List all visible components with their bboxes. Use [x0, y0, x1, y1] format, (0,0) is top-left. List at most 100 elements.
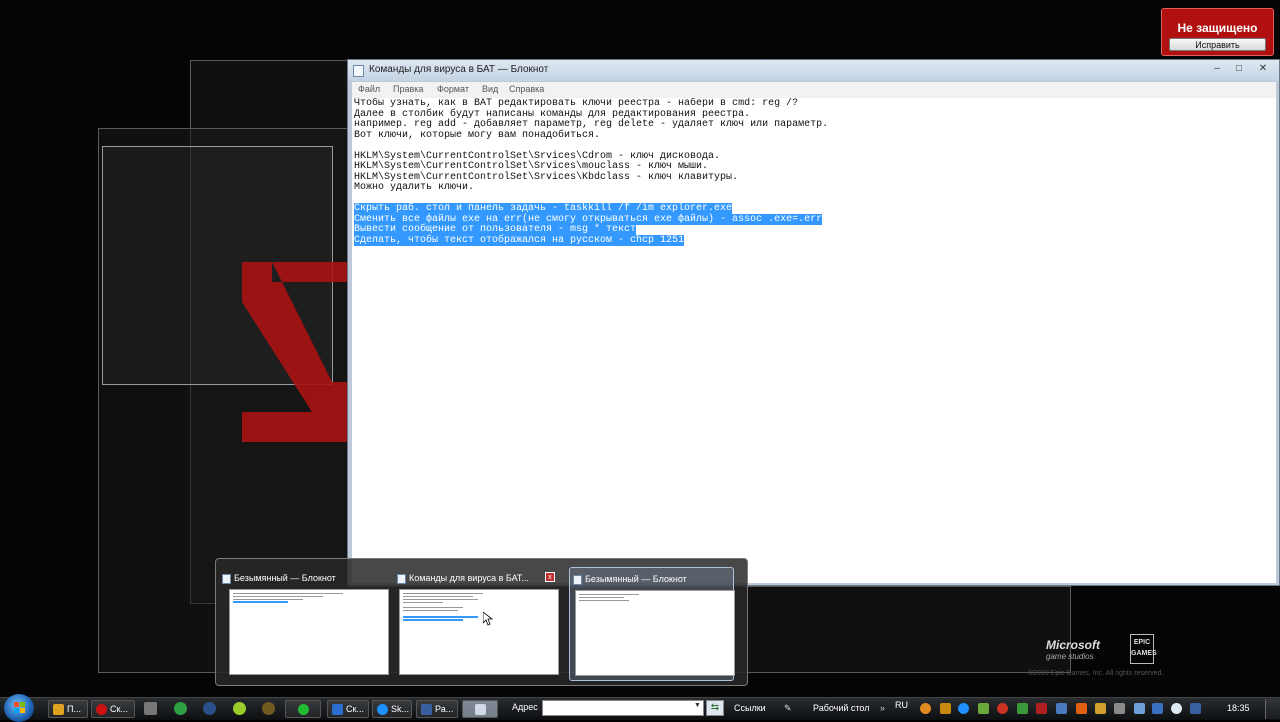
editor-line: Скрыть раб. стол и панель задачь - taskk… — [354, 203, 828, 215]
tray-network-icon[interactable] — [1056, 703, 1067, 714]
tray-antivirus-icon[interactable] — [1036, 703, 1047, 714]
opera-icon — [96, 704, 107, 716]
copyright-text: ©2010 Epic Games, Inc. All rights reserv… — [1028, 670, 1164, 677]
taskbar: П... Ск... Ск... Sk... Ра... Адрес ▼ ⇆ С… — [0, 694, 1280, 722]
selected-text: Скрыть раб. стол и панель задачь - taskk… — [354, 203, 733, 214]
show-desktop-button[interactable] — [1265, 699, 1280, 719]
editor-line: Сделать, чтобы текст отображался на русс… — [354, 234, 828, 247]
editor-line: Вывести сообщение от пользователя - msg … — [354, 224, 828, 236]
epic-games-logo: EPIC GAMES — [1130, 634, 1157, 664]
monitor-icon — [421, 704, 432, 716]
wallpaper-red-emblem — [242, 262, 352, 442]
thumbnail-preview — [575, 590, 735, 676]
tray-nvidia-icon[interactable] — [978, 703, 989, 714]
tray-red-icon[interactable] — [997, 703, 1008, 714]
line-text: Чтобы узнать, как в BAT редактировать кл… — [354, 98, 799, 109]
tray-hand-icon[interactable] — [940, 703, 951, 714]
taskbar-app-screen[interactable]: Ск... — [327, 700, 369, 718]
maximize-button[interactable]: □ — [1229, 62, 1249, 76]
menu-help[interactable]: Справка — [509, 84, 544, 94]
folder-icon — [53, 704, 64, 716]
line-text: HKLM\System\CurrentControlSet\Srvices\Cd… — [354, 150, 721, 162]
minimize-button[interactable]: – — [1207, 62, 1227, 76]
quicklaunch-tool-icon[interactable] — [144, 702, 157, 715]
menu-file[interactable]: Файл — [358, 84, 380, 94]
taskbar-app-notepad[interactable] — [462, 700, 498, 718]
fix-button[interactable]: Исправить — [1169, 38, 1266, 51]
taskbar-app-folder[interactable]: П... — [48, 700, 88, 718]
tray-orange-icon[interactable] — [920, 703, 931, 714]
microsoft-logo: Microsoft — [1046, 638, 1100, 652]
notepad-icon — [222, 574, 231, 584]
notepad-window[interactable]: Команды для вируса в БАТ — Блокнот – □ ✕… — [347, 59, 1280, 586]
utorrent-icon[interactable] — [174, 702, 187, 715]
desktop-toolbar[interactable]: Рабочий стол — [813, 703, 870, 713]
game-icon[interactable] — [262, 702, 275, 715]
tray-monitor-icon[interactable] — [1190, 703, 1201, 714]
thumbnail-untitled-2[interactable]: Безымянный — Блокнот — [569, 567, 735, 681]
text-editor[interactable]: Чтобы узнать, как в BAT редактировать кл… — [352, 98, 1276, 583]
app-green-icon[interactable] — [233, 702, 246, 715]
edit-icon[interactable]: ✎ — [784, 703, 792, 714]
notepad-title: Команды для вируса в БАТ — Блокнот — [369, 64, 549, 75]
links-toolbar[interactable]: Ссылки — [734, 703, 766, 713]
thumbnail-close-button[interactable]: x — [545, 572, 555, 582]
line-text: например. reg add - добавляет параметр, … — [354, 119, 829, 130]
selected-text: Сменить все файлы exe на err(не смогу от… — [354, 213, 823, 225]
line-text: Вот ключи, которые могу вам понадобиться… — [354, 129, 601, 141]
menu-bar: Файл Правка Формат Вид Справка — [352, 82, 1276, 98]
toolbar-chevron-icon[interactable]: » — [880, 703, 885, 713]
tray-bluetooth-icon[interactable] — [1134, 703, 1145, 714]
window-controls: – □ ✕ — [1207, 62, 1275, 76]
taskbar-app-desktop[interactable]: Ра... — [416, 700, 458, 718]
selected-text: Вывести сообщение от пользователя - msg … — [354, 224, 637, 235]
taskbar-thumbnail-flyout: Безымянный — Блокнот Команды для вируса … — [215, 558, 748, 686]
line-text: HKLM\System\CurrentControlSet\Srvices\Kb… — [354, 171, 739, 183]
address-label: Адрес — [512, 702, 538, 712]
thumbnail-title: Безымянный — Блокнот — [585, 574, 687, 584]
menu-view[interactable]: Вид — [482, 84, 498, 94]
screen-capture-icon — [332, 704, 343, 716]
skype-icon — [377, 704, 388, 716]
tray-clock-icon[interactable] — [1171, 703, 1182, 714]
editor-line: Можно удалить ключи. — [354, 182, 828, 194]
taskbar-app-green[interactable] — [285, 700, 321, 718]
browser-icon[interactable] — [203, 702, 216, 715]
thumbnail-untitled-1[interactable]: Безымянный — Блокнот — [219, 567, 389, 681]
notepad-titlebar[interactable]: Команды для вируса в БАТ — Блокнот – □ ✕ — [348, 60, 1279, 81]
mouse-cursor-icon — [483, 612, 493, 626]
security-alert-title: Не защищено — [1177, 21, 1258, 35]
tray-shield-icon[interactable] — [1095, 703, 1106, 714]
taskbar-app-skype[interactable]: Sk... — [372, 700, 412, 718]
clock[interactable]: 18:35 — [1227, 703, 1250, 713]
tray-speaker-icon[interactable] — [1114, 703, 1125, 714]
security-alert[interactable]: Не защищено Исправить — [1161, 8, 1274, 56]
go-arrow-icon[interactable]: ⇆ — [706, 700, 724, 716]
menu-edit[interactable]: Правка — [393, 84, 423, 94]
taskbar-app-opera[interactable]: Ск... — [91, 700, 135, 718]
notepad-icon — [475, 704, 486, 716]
menu-format[interactable]: Формат — [437, 84, 469, 94]
notepad-icon — [397, 574, 406, 584]
line-text: HKLM\System\CurrentControlSet\Srvices\mo… — [354, 161, 709, 172]
chevron-down-icon[interactable]: ▼ — [694, 702, 702, 712]
editor-text: Чтобы узнать, как в BAT редактировать кл… — [354, 98, 829, 247]
tray-update-icon[interactable] — [1152, 703, 1163, 714]
tray-green-icon[interactable] — [1017, 703, 1028, 714]
thumbnail-bat-commands[interactable]: Команды для вируса в БАТ... x — [394, 567, 559, 681]
line-text: Можно удалить ключи. — [354, 182, 475, 193]
thumbnail-preview — [399, 589, 559, 675]
windows-logo-icon — [14, 702, 25, 713]
start-button[interactable] — [4, 694, 34, 722]
notepad-icon — [573, 575, 582, 585]
thumbnail-title: Безымянный — Блокнот — [234, 573, 336, 583]
line-text: Далее в столбик будут написаны команды д… — [354, 108, 751, 120]
language-indicator[interactable]: RU — [895, 700, 908, 710]
thumbnail-preview — [229, 589, 389, 675]
tray-flame-icon[interactable] — [1076, 703, 1087, 714]
close-button[interactable]: ✕ — [1251, 62, 1275, 76]
address-input[interactable] — [542, 700, 704, 716]
app-circle-icon — [298, 704, 309, 716]
thumbnail-title: Команды для вируса в БАТ... — [409, 573, 529, 583]
tray-skype-icon[interactable] — [958, 703, 969, 714]
